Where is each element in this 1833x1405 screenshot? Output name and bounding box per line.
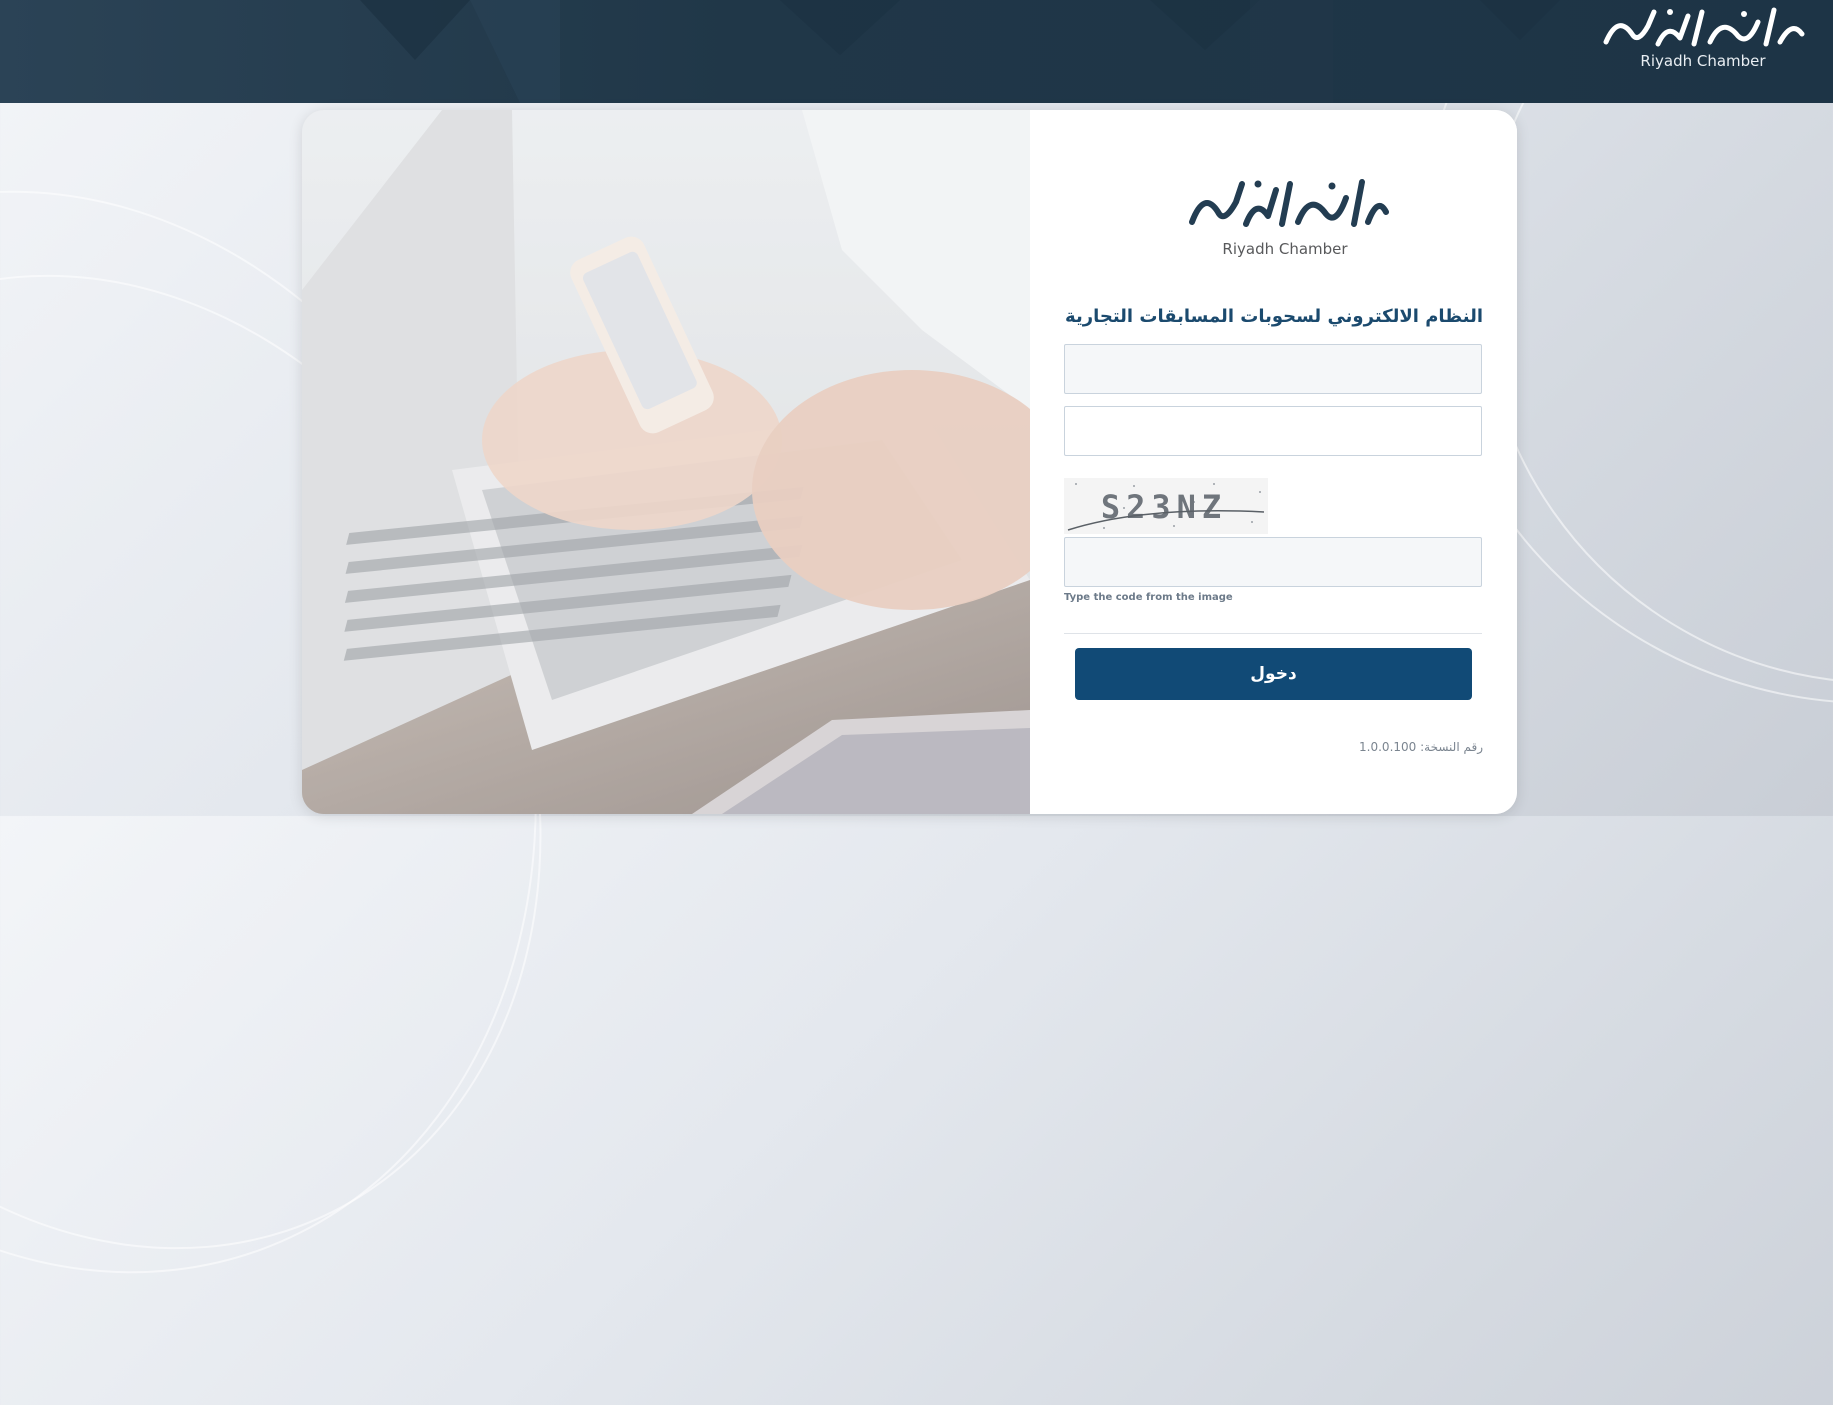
form-logo-english: Riyadh Chamber [1222,240,1348,258]
top-header-bar: Riyadh Chamber [0,0,1833,103]
header-logo[interactable]: Riyadh Chamber [1593,4,1813,82]
version-label: رقم النسخة: [1420,740,1483,754]
page-title: النظام الالكتروني لسحوبات المسابقات التج… [1065,306,1483,327]
divider [1064,633,1482,634]
captcha-hint: Type the code from the image [1064,592,1233,603]
username-input[interactable] [1064,344,1482,394]
riyadh-chamber-logo-icon [1603,7,1805,47]
version-info: رقم النسخة: 1.0.0.100 [1359,740,1483,754]
header-pattern [360,0,1560,103]
login-form-panel: Riyadh Chamber النظام الالكتروني لسحوبات… [1030,110,1517,814]
captcha-input[interactable] [1064,537,1482,587]
hero-photo [302,110,1030,814]
version-value: 1.0.0.100 [1359,740,1417,754]
riyadh-chamber-logo-icon [1189,179,1389,227]
login-button[interactable]: دخول [1075,648,1472,700]
captcha-text: S23NZ [1101,488,1227,526]
login-card: Riyadh Chamber النظام الالكتروني لسحوبات… [302,110,1517,814]
password-input[interactable] [1064,406,1482,456]
laptop-phone-illustration [302,110,1030,814]
captcha-image: S23NZ [1064,478,1268,534]
header-logo-english: Riyadh Chamber [1640,52,1766,70]
form-logo: Riyadh Chamber [1180,170,1390,270]
